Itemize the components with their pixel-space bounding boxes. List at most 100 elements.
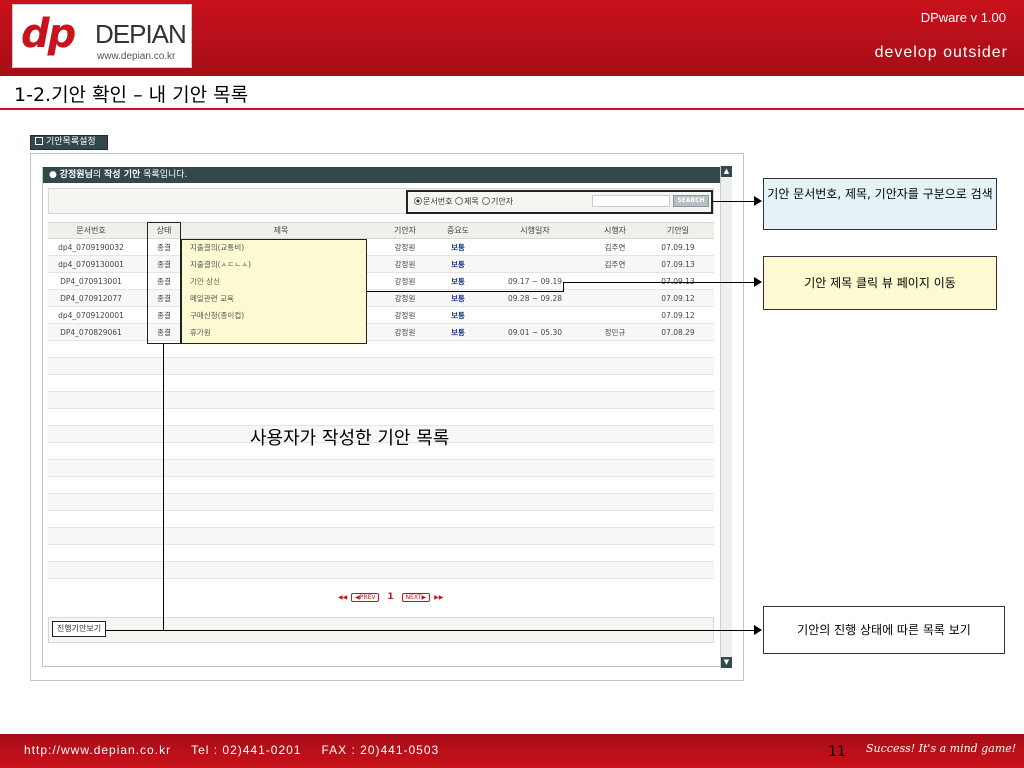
- cell-doc: DP4_070829061: [60, 328, 122, 337]
- cell-author: 강정원: [394, 243, 416, 252]
- scroll-up-icon[interactable]: ▲: [721, 166, 732, 177]
- column-header: 제목: [273, 226, 289, 235]
- list-header-bold: 작성 기안: [104, 170, 141, 180]
- cell-author: 강정원: [394, 294, 416, 303]
- radio-selected-icon: [414, 197, 422, 205]
- scroll-down-icon[interactable]: ▼: [721, 657, 732, 668]
- cell-title-link[interactable]: 휴가원: [190, 324, 360, 341]
- prev-page-button[interactable]: ◀PREV: [351, 593, 380, 602]
- title-click-callout: 기안 제목 클릭 뷰 페이지 이동: [763, 256, 997, 310]
- empty-row: [48, 375, 714, 392]
- footer-slogan: Success! It's a mind game!: [866, 742, 1017, 755]
- title-divider: [0, 108, 1024, 110]
- cell-executor: 김주연: [604, 260, 626, 269]
- footer-bar: http://www.depian.co.kr Tel : 02)441-0201…: [0, 734, 1024, 768]
- cell-exec-date: [500, 307, 570, 324]
- empty-row: [48, 528, 714, 545]
- vertical-scrollbar[interactable]: ▲ ▼: [720, 166, 732, 668]
- column-header: 중요도: [446, 226, 470, 235]
- progress-list-button[interactable]: 진행기안보기: [52, 621, 106, 637]
- list-header-mid: 의: [92, 170, 105, 180]
- empty-row: [48, 494, 714, 511]
- cell-title-link[interactable]: 구매신청(종이컵): [190, 307, 360, 324]
- title-connector-vertical: [563, 282, 564, 292]
- cell-date: 07.09.12: [661, 294, 695, 303]
- current-page[interactable]: 1: [387, 592, 393, 602]
- logo-name: DEPIAN: [95, 19, 187, 49]
- cell-priority: 보통: [451, 294, 465, 303]
- cell-doc: dp4_0709120001: [58, 311, 124, 320]
- last-page-icon[interactable]: ▶▶: [434, 594, 443, 601]
- empty-row: [48, 392, 714, 409]
- search-button[interactable]: SEARCH: [673, 195, 709, 207]
- cell-title-link[interactable]: 지출결의(교통비): [190, 239, 360, 256]
- search-input[interactable]: [592, 195, 670, 207]
- footer-fax: FAX : 20)441-0503: [321, 743, 440, 757]
- progress-connector: [106, 630, 755, 631]
- list-caption: 사용자가 작성한 기안 목록: [250, 428, 450, 449]
- cell-author: 강정원: [394, 328, 416, 337]
- radio-author[interactable]: 기안자: [482, 196, 513, 207]
- title-connector-upper: [563, 282, 755, 283]
- progress-callout: 기안의 진행 상태에 따른 목록 보기: [763, 606, 1005, 654]
- panel-tab-label: 기안목록설정: [46, 137, 96, 147]
- radio-label: 제목: [464, 197, 479, 206]
- cell-author: 강정원: [394, 311, 416, 320]
- footer-url[interactable]: http://www.depian.co.kr: [24, 743, 171, 757]
- footer-tel: Tel : 02)441-0201: [191, 743, 302, 757]
- empty-row: [48, 460, 714, 477]
- next-label: NEXT: [405, 594, 422, 601]
- cell-title-link[interactable]: 메일관련 교육: [190, 290, 360, 307]
- column-header: 시행일자: [520, 226, 550, 235]
- page-title: 1-2.기안 확인 – 내 기안 목록: [14, 84, 249, 106]
- status-connector-vertical: [163, 344, 164, 631]
- column-header: 기안자: [393, 226, 417, 235]
- cell-exec-date: 09.28 ~ 09.28: [508, 294, 562, 303]
- empty-row: [48, 358, 714, 375]
- cell-author: 강정원: [394, 260, 416, 269]
- prev-label: PREV: [359, 594, 376, 601]
- empty-row: [48, 545, 714, 562]
- list-header-user: 강정원님: [59, 170, 93, 180]
- cell-date: 07.09.19: [661, 243, 695, 252]
- version-label: DPware v 1.00: [920, 10, 1006, 25]
- cell-executor: 정민규: [604, 328, 626, 337]
- radio-icon: [482, 197, 490, 205]
- empty-row: [48, 562, 714, 579]
- cell-date: 07.09.13: [661, 260, 695, 269]
- panel-tab[interactable]: 기안목록설정: [30, 135, 108, 150]
- radio-label: 기안자: [491, 197, 514, 206]
- empty-row: [48, 511, 714, 528]
- cell-title-link[interactable]: 기안 상신: [190, 273, 360, 290]
- radio-doc-number[interactable]: 문서번호: [414, 196, 452, 207]
- cell-priority: 보통: [451, 243, 465, 252]
- header-slogan: develop outsider: [874, 44, 1008, 61]
- cell-date: 07.08.29: [661, 328, 695, 337]
- page-number: 11: [828, 744, 846, 760]
- first-page-icon[interactable]: ◀◀: [338, 594, 347, 601]
- cell-exec-date: 09.01 ~ 05.30: [508, 328, 562, 337]
- column-header: 기안일: [666, 226, 690, 235]
- radio-title[interactable]: 제목: [455, 196, 479, 207]
- title-connector: [367, 291, 563, 292]
- empty-row: [48, 477, 714, 494]
- list-header: ● 강정원님의 작성 기안 목록입니다.: [43, 167, 720, 183]
- cell-date: 07.09.12: [661, 311, 695, 320]
- cell-doc: DP4_070913001: [60, 277, 122, 286]
- pagination: ◀◀ ◀PREV 1 NEXT▶ ▶▶: [338, 592, 443, 602]
- cell-exec-date: [500, 256, 570, 273]
- search-connector: [713, 201, 755, 202]
- radio-label: 문서번호: [423, 197, 453, 206]
- next-page-button[interactable]: NEXT▶: [401, 593, 431, 602]
- cell-priority: 보통: [451, 260, 465, 269]
- cell-title-link[interactable]: 지출결의(ㅅㄷㄴㅅ): [190, 256, 360, 273]
- cell-priority: 보통: [451, 277, 465, 286]
- status-column-highlight: [147, 222, 181, 344]
- arrow-icon: [754, 277, 762, 287]
- cell-priority: 보통: [451, 328, 465, 337]
- cell-executor: 김주연: [604, 243, 626, 252]
- arrow-icon: [754, 625, 762, 635]
- slide: dp DEPIAN www.depian.co.kr DPware v 1.00…: [0, 0, 1024, 768]
- cell-priority: 보통: [451, 311, 465, 320]
- header-bar: dp DEPIAN www.depian.co.kr DPware v 1.00…: [0, 0, 1024, 76]
